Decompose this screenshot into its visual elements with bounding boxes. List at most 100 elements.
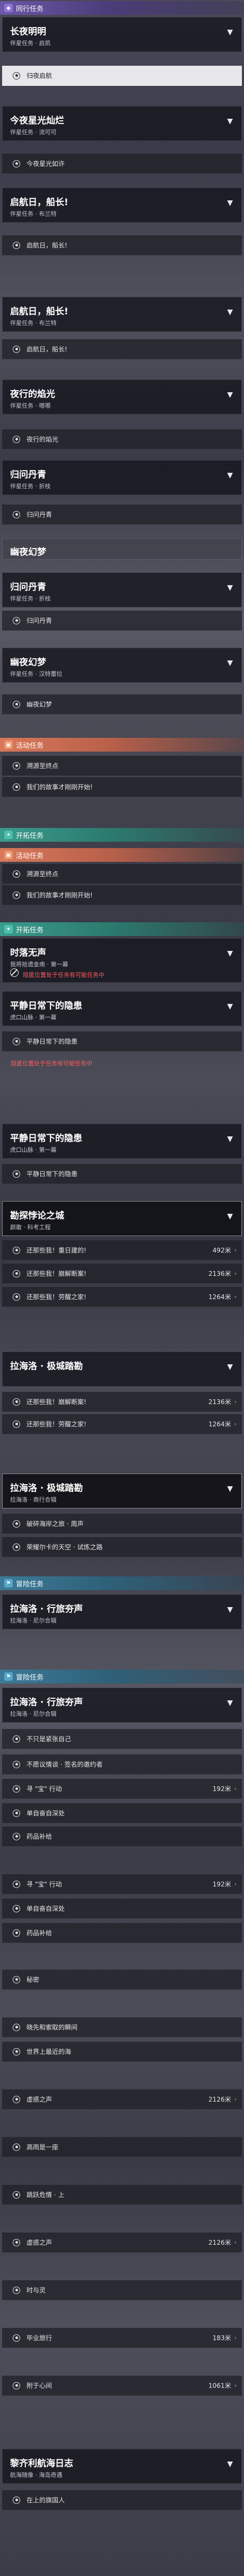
- step-icon: [13, 700, 20, 708]
- quest-step[interactable]: 幽夜幻梦: [2, 694, 242, 714]
- quest-step[interactable]: 附于心间 1061米 ›: [2, 2376, 242, 2396]
- locked-icon: [10, 968, 19, 977]
- arrow-icon: ›: [234, 1398, 237, 1405]
- step-label: 毕业旅行: [27, 2334, 53, 2342]
- chevron-down-icon: ▼: [227, 199, 233, 207]
- quest-step[interactable]: 高雨是一座: [2, 2137, 242, 2157]
- quest-step[interactable]: 溯源至终点: [2, 756, 242, 776]
- quest-step[interactable]: 秘密: [2, 1970, 242, 1990]
- step-label: 归问丹青: [27, 511, 53, 518]
- quest-step[interactable]: 我们的故事才刚刚开始!: [2, 777, 242, 797]
- quest-step[interactable]: 不只是紧张自己: [2, 1729, 242, 1749]
- step-icon: [13, 345, 20, 353]
- quest-card[interactable]: 启航日，船长! 伴星任务 · 布兰特 ▼: [2, 188, 242, 223]
- step-icon: [13, 616, 20, 624]
- quest-step[interactable]: 药品补给: [2, 1827, 242, 1847]
- step-label: 归问丹青: [27, 617, 53, 624]
- quest-step[interactable]: 药品补给: [2, 1923, 242, 1943]
- quest-card[interactable]: 拉海洛 · 行旅夯声 拉海洛 · 尼尔合辑 ▼: [2, 1688, 242, 1723]
- quest-card[interactable]: 幽夜幻梦: [2, 539, 242, 560]
- arrow-icon: ›: [234, 1421, 237, 1427]
- quest-card[interactable]: 今夜星光灿烂 伴星任务 · 流可可 ▼: [2, 106, 242, 141]
- quest-step[interactable]: 今夜星光如许: [2, 154, 242, 174]
- chevron-down-icon: ▼: [227, 1485, 233, 1493]
- quest-step[interactable]: 寻 "宝" 行动 192米 ›: [2, 1874, 242, 1894]
- quest-step[interactable]: 启航日，船长!: [2, 235, 242, 255]
- quest-step[interactable]: 溯源至终点: [2, 864, 242, 884]
- arrow-icon: ›: [234, 1270, 237, 1277]
- section-header-trailblaze: ✦ 开拓任务: [0, 828, 244, 842]
- quest-step[interactable]: 在上的旗国人: [2, 2490, 242, 2510]
- quest-title: 夜行的焰光: [10, 389, 55, 400]
- step-icon: [13, 241, 20, 249]
- quest-step[interactable]: 破碎海岸之旅 · 周声: [2, 1514, 242, 1534]
- quest-title: 启航日，船长!: [10, 306, 68, 317]
- quest-step[interactable]: 跳跃危情 · 上: [2, 2185, 242, 2205]
- step-icon: [13, 1832, 20, 1840]
- quest-title: 幽夜幻梦: [10, 657, 46, 668]
- quest-step[interactable]: 还那些我！崩解断案! 2136米 ›: [2, 1264, 242, 1284]
- quest-step[interactable]: 平静日常下的隐患: [2, 1164, 242, 1184]
- quest-step[interactable]: 还那些我！劳醒之家! 1264米 ›: [2, 1287, 242, 1307]
- arrow-icon: ›: [234, 2382, 237, 2389]
- quest-title: 勘探悖论之城: [10, 1211, 64, 1221]
- quest-subtitle: 伴星任务 · 布兰特: [10, 320, 57, 327]
- quest-step[interactable]: 归问丹青: [2, 611, 242, 631]
- step-label: 世界上最近的海: [27, 2048, 72, 2055]
- quest-step[interactable]: 寻 "宝" 行动 192米 ›: [2, 1779, 242, 1799]
- step-label: 虚惑之声: [27, 2096, 53, 2103]
- calendar-icon: ▣: [4, 851, 13, 859]
- quest-card[interactable]: 启航日，船长! 伴星任务 · 布兰特 ▼: [2, 297, 242, 332]
- quest-step[interactable]: 不愿议情谈 · 签名的邀约者: [2, 1754, 242, 1775]
- step-icon: [13, 2095, 20, 2103]
- quest-step[interactable]: 还那些我！崩解断案! 2136米 ›: [2, 1392, 242, 1412]
- quest-title: 启航日，船长!: [10, 197, 68, 208]
- step-icon: [13, 2048, 20, 2055]
- quest-step[interactable]: 启航日，船长!: [2, 339, 242, 359]
- section-header-event: ▣ 活动任务: [0, 738, 244, 752]
- quest-card[interactable]: 拉海洛 · 行旅夯声 拉海洛 · 尼尔合辑 ▼: [2, 1594, 242, 1629]
- quest-subtitle: 伴星任务 · 启凯: [10, 40, 51, 47]
- distance-value: 192米: [212, 1785, 231, 1793]
- quest-card[interactable]: 夜行的焰光 伴星任务 · 嗯哪 ▼: [2, 380, 242, 414]
- quest-step[interactable]: 还那些我！重日建的! 492米 ›: [2, 1240, 242, 1260]
- quest-step[interactable]: 还那些我！劳醒之家! 1264米 ›: [2, 1414, 242, 1434]
- quest-step[interactable]: 归问丹青: [2, 505, 242, 525]
- step-icon: [13, 1037, 20, 1045]
- quest-card[interactable]: 平静日常下的隐患 虎口山脉 · 第一幕 ▼: [2, 1124, 242, 1159]
- quest-step[interactable]: 归夜启航: [2, 66, 242, 86]
- quest-card[interactable]: 黎齐利航海日志 航海随像 · 海岛奇遇 ▼: [2, 2449, 242, 2484]
- quest-step[interactable]: 我们的故事才刚刚开始!: [2, 885, 242, 905]
- quest-step[interactable]: 世界上最近的海: [2, 2042, 242, 2062]
- quest-step[interactable]: 荣耀尔卡的天空 · 试炼之路: [2, 1537, 242, 1557]
- flag-icon: ⚑: [4, 1672, 13, 1681]
- quest-title: 拉海洛 · 行旅夯声: [10, 1697, 83, 1708]
- quest-step[interactable]: 平静日常下的隐患: [2, 1031, 242, 1052]
- quest-card-selected[interactable]: 勘探悖论之城 颜敢 · 科考工程 ▼: [2, 1201, 242, 1236]
- step-icon: [13, 1420, 20, 1428]
- quest-card-selected[interactable]: 拉海洛 · 极城踏勘 拉海洛 · 商行合辑 ▼: [2, 1474, 242, 1508]
- quest-card[interactable]: 拉海洛 · 极城踏勘 ▼: [2, 1352, 242, 1387]
- quest-subtitle: 伴星任务 · 折枝: [10, 483, 51, 490]
- step-label: 还那些我！劳醒之家!: [27, 1421, 86, 1428]
- step-label: 还那些我！重日建的!: [27, 1247, 86, 1254]
- quest-step[interactable]: 虚惑之声 2126米 ›: [2, 2233, 242, 2253]
- quest-step[interactable]: 虚惑之声 2126米 ›: [2, 2089, 242, 2110]
- quest-card[interactable]: 归问丹青 伴星任务 · 折枝 ▼: [2, 572, 242, 607]
- quest-step[interactable]: 时与灵: [2, 2280, 242, 2300]
- section-label: 活动任务: [16, 742, 44, 750]
- quest-card[interactable]: 归问丹青 伴星任务 · 折枝 ▼: [2, 460, 242, 495]
- quest-step[interactable]: 夜行的焰光: [2, 429, 242, 449]
- quest-step[interactable]: 单自奋自深处: [2, 1899, 242, 1919]
- quest-step[interactable]: 晓先和索取的瞬间: [2, 2017, 242, 2037]
- chevron-down-icon: ▼: [227, 391, 233, 399]
- quest-step[interactable]: 单自奋自深处: [2, 1803, 242, 1823]
- quest-card[interactable]: 长夜明明 伴星任务 · 启凯 ▼: [2, 17, 242, 52]
- quest-card[interactable]: 时落无声 我将拾遗金南 · 第一幕 隐匿位置处于任务有可能任务中 ▼: [2, 938, 242, 983]
- step-label: 我们的故事才刚刚开始!: [27, 892, 93, 899]
- quest-subtitle: 伴星任务 · 嗯哪: [10, 402, 51, 409]
- quest-card[interactable]: 平静日常下的隐患 虎口山脉 · 第一幕 ▼: [2, 991, 242, 1026]
- quest-step[interactable]: 毕业旅行 183米 ›: [2, 2328, 242, 2348]
- quest-card[interactable]: 幽夜幻梦 伴星任务 · 汉特蕾拉 ▼: [2, 648, 242, 683]
- chevron-down-icon: ▼: [227, 1699, 233, 1707]
